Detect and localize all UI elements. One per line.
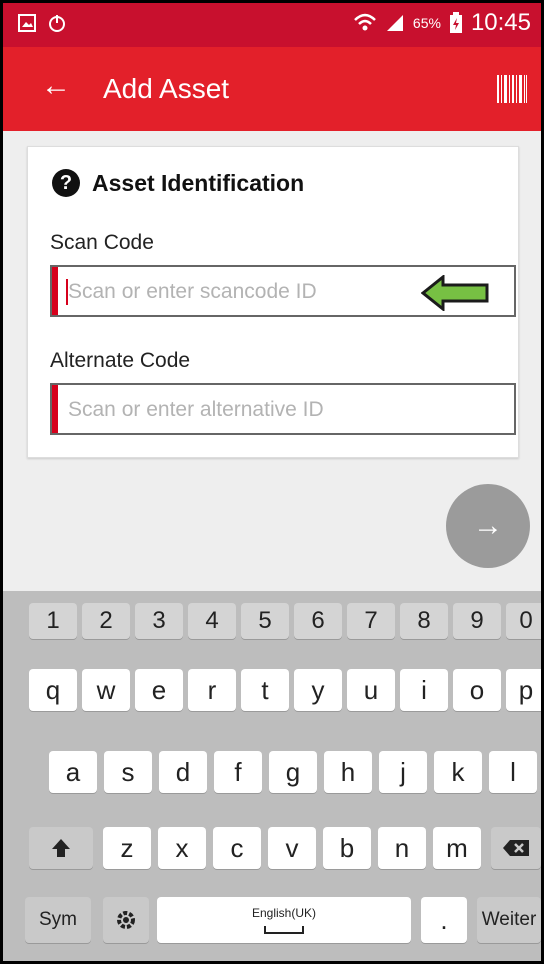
backspace-icon [503, 840, 529, 856]
key[interactable]: 3 [135, 603, 183, 639]
key[interactable]: n [378, 827, 426, 869]
key[interactable]: 2 [82, 603, 130, 639]
spacebar-icon [264, 926, 304, 934]
key[interactable]: e [135, 669, 183, 711]
power-icon [49, 15, 65, 32]
key[interactable]: f [214, 751, 262, 793]
key[interactable]: 0 [506, 603, 541, 639]
key[interactable]: 4 [188, 603, 236, 639]
clock: 10:45 [470, 9, 531, 36]
key[interactable]: r [188, 669, 236, 711]
question-icon[interactable]: ? [52, 169, 80, 197]
key[interactable]: d [159, 751, 207, 793]
settings-key[interactable] [103, 897, 149, 943]
key[interactable]: s [104, 751, 152, 793]
key[interactable]: h [324, 751, 372, 793]
next-button[interactable]: → [446, 484, 530, 568]
key[interactable]: y [294, 669, 342, 711]
keyboard: 1 2 3 4 5 6 7 8 9 0 q w e r t y u i o p … [3, 591, 541, 961]
key[interactable]: v [268, 827, 316, 869]
key[interactable]: k [434, 751, 482, 793]
barcode-icon[interactable] [497, 75, 527, 103]
key[interactable]: i [400, 669, 448, 711]
gallery-icon [18, 14, 36, 32]
key[interactable]: 1 [29, 603, 77, 639]
alternate-code-field[interactable] [50, 383, 516, 435]
key[interactable]: w [82, 669, 130, 711]
section-header: ? Asset Identification [52, 169, 304, 197]
wifi-icon [354, 13, 376, 31]
shift-key[interactable] [29, 827, 93, 869]
status-bar: 65% 10:45 [3, 3, 541, 47]
arrow-right-icon: → [473, 509, 503, 542]
backspace-key[interactable] [491, 827, 541, 869]
field-indicator [52, 385, 58, 433]
key[interactable]: 6 [294, 603, 342, 639]
gear-icon [117, 911, 135, 929]
period-key[interactable]: . [421, 897, 467, 943]
page-title: Add Asset [103, 73, 230, 104]
alternate-code-label: Alternate Code [50, 349, 191, 372]
section-title: Asset Identification [92, 169, 305, 196]
field-indicator [52, 267, 58, 315]
key[interactable]: 9 [453, 603, 501, 639]
key[interactable]: 5 [241, 603, 289, 639]
key[interactable]: o [453, 669, 501, 711]
key[interactable]: c [213, 827, 261, 869]
key[interactable]: 8 [400, 603, 448, 639]
battery-percent: 65% [412, 15, 441, 31]
scan-code-label: Scan Code [50, 231, 154, 254]
arrow-left-icon[interactable]: ← [41, 71, 71, 101]
space-key[interactable]: English(UK) [157, 897, 411, 943]
space-key-label: English(UK) [251, 906, 317, 920]
key[interactable]: j [379, 751, 427, 793]
key[interactable]: p [506, 669, 541, 711]
key[interactable]: z [103, 827, 151, 869]
shift-icon [52, 839, 70, 857]
scan-code-input[interactable] [66, 267, 450, 317]
annotation-arrow-icon [421, 275, 489, 311]
alternate-code-input[interactable] [66, 385, 450, 435]
battery-charging-icon [449, 12, 462, 33]
key[interactable]: l [489, 751, 537, 793]
key[interactable]: m [433, 827, 481, 869]
key[interactable]: a [49, 751, 97, 793]
phone-screen: 65% 10:45 ← Add Asset ? Asset Identifica… [0, 0, 544, 964]
key[interactable]: x [158, 827, 206, 869]
app-bar: ← Add Asset [3, 47, 541, 131]
key[interactable]: t [241, 669, 289, 711]
key[interactable]: b [323, 827, 371, 869]
signal-icon [386, 15, 403, 31]
key[interactable]: q [29, 669, 77, 711]
key[interactable]: g [269, 751, 317, 793]
key[interactable]: 7 [347, 603, 395, 639]
key[interactable]: u [347, 669, 395, 711]
sym-key[interactable]: Sym [25, 897, 91, 943]
next-action-key[interactable]: Weiter [477, 897, 541, 943]
